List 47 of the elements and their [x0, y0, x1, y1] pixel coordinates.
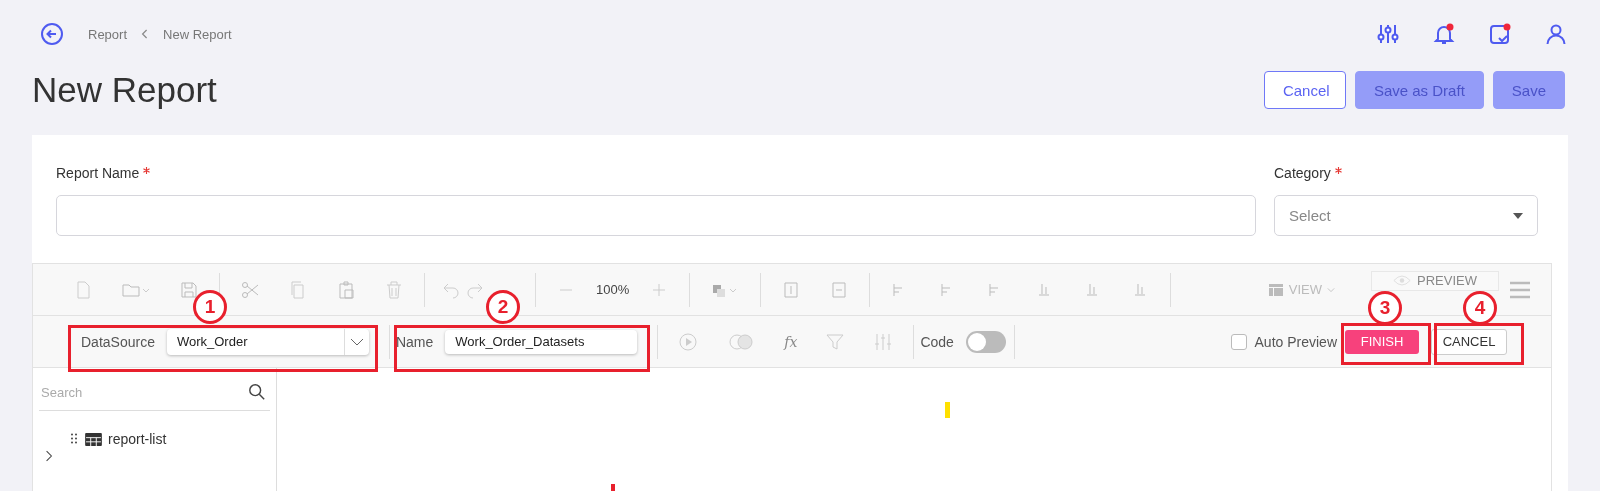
calendar-check-icon[interactable] [1488, 22, 1512, 46]
chevron-icon[interactable] [45, 449, 53, 463]
save-icon[interactable] [179, 279, 199, 300]
marker [611, 484, 615, 491]
play-icon[interactable] [678, 331, 699, 352]
marker [945, 402, 950, 418]
name-field[interactable]: Work_Order_Datasets [445, 329, 638, 354]
caret-icon [1513, 212, 1523, 219]
preview-button[interactable]: PREVIEW [1371, 270, 1499, 291]
finish-button[interactable]: FINISH [1345, 329, 1419, 354]
bell-icon[interactable] [1432, 22, 1456, 46]
breadcrumb-link[interactable]: New Report [163, 26, 232, 42]
breadcrumb-link[interactable]: Report [88, 26, 128, 42]
field-label: Report Name [56, 165, 140, 181]
search-field[interactable]: Search [39, 383, 248, 401]
paste-icon[interactable] [336, 279, 356, 300]
drag-handle-icon[interactable] [71, 433, 77, 445]
datasource-select[interactable]: Work_Order [166, 328, 369, 355]
caret-icon [1327, 286, 1335, 293]
cut-icon[interactable] [240, 279, 260, 300]
field-label: Category [1274, 165, 1331, 181]
auto-preview-label: Auto Preview [1254, 333, 1337, 350]
action-button[interactable]: Cancel [1263, 71, 1346, 109]
back-icon[interactable] [40, 22, 64, 46]
trash-icon[interactable] [384, 279, 404, 300]
sliders-icon[interactable] [1376, 22, 1400, 46]
search-icon[interactable] [248, 383, 266, 401]
name-label: Name [395, 333, 434, 350]
auto-preview-checkbox[interactable] [1230, 333, 1247, 350]
caret-icon [349, 337, 364, 346]
zoom-level: 100% [596, 282, 630, 297]
datasource-label: DataSource [81, 333, 155, 350]
table-icon [85, 433, 102, 446]
function-icon[interactable]: fx [784, 333, 798, 350]
code-toggle[interactable] [965, 330, 1006, 353]
sliders-icon[interactable] [873, 331, 894, 352]
select-field[interactable]: Select [1274, 195, 1538, 236]
page-title: New Report [32, 70, 217, 110]
user-icon[interactable] [1544, 22, 1568, 46]
code-label: Code [920, 333, 954, 350]
chevron-left-icon [141, 28, 150, 40]
tree-item-label[interactable]: report-list [108, 433, 167, 446]
layout-icon [1267, 282, 1284, 297]
eye-icon [1393, 275, 1411, 286]
filter-icon[interactable] [825, 331, 846, 352]
cancel-button[interactable]: CANCEL [1431, 328, 1507, 355]
menu-icon[interactable] [1509, 280, 1531, 299]
